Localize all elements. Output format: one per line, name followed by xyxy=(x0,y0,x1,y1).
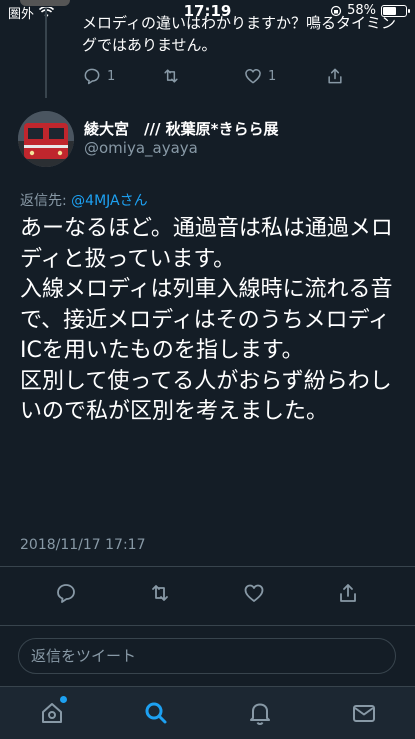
home-icon xyxy=(42,703,62,723)
previous-avatar[interactable] xyxy=(20,0,70,6)
reply-button[interactable] xyxy=(54,581,148,605)
heart-icon xyxy=(245,69,261,84)
share-icon xyxy=(328,68,342,84)
previous-like-count: 1 xyxy=(268,68,277,84)
mail-icon xyxy=(353,705,375,722)
share-button[interactable] xyxy=(336,581,360,605)
reply-icon xyxy=(84,68,100,85)
heart-icon xyxy=(244,584,264,602)
train-avatar-image xyxy=(18,111,74,167)
like-button[interactable] xyxy=(242,581,336,605)
reply-mention-link[interactable]: @4MJAさん xyxy=(71,193,147,209)
thread-line xyxy=(45,8,47,98)
retweet-icon xyxy=(164,69,178,83)
previous-reply-count: 1 xyxy=(107,68,116,84)
tweet-text: あーなるほど。通過音は私は通過メロディと扱っています。 入線メロディは列車入線時… xyxy=(20,216,393,424)
reply-input[interactable] xyxy=(18,638,396,674)
tab-search[interactable] xyxy=(141,699,171,727)
retweet-icon xyxy=(152,585,168,601)
tab-notifications[interactable] xyxy=(245,699,275,727)
previous-retweet-button[interactable] xyxy=(161,66,243,86)
retweet-button[interactable] xyxy=(148,581,242,605)
search-icon xyxy=(145,702,167,724)
previous-tweet-actions: 1 1 xyxy=(82,66,345,86)
home-notification-dot xyxy=(60,696,67,703)
tab-home[interactable] xyxy=(37,696,67,727)
reply-icon xyxy=(57,584,75,603)
reply-to-label: 返信先: xyxy=(20,193,72,209)
avatar[interactable] xyxy=(18,111,74,167)
tweet-actions xyxy=(54,581,360,605)
previous-like-button[interactable]: 1 xyxy=(243,66,325,86)
previous-tweet-text: メロディの違いはわかりますか？鳴るタイミングではありません。 xyxy=(82,14,396,54)
user-handle[interactable]: @omiya_ayaya xyxy=(84,139,198,157)
previous-reply-button[interactable]: 1 xyxy=(82,66,161,86)
tweet-timestamp[interactable]: 2018/11/17 17:17 xyxy=(20,537,146,553)
previous-share-button[interactable] xyxy=(325,66,345,86)
bell-icon xyxy=(250,703,270,726)
share-icon xyxy=(340,584,356,602)
display-name[interactable]: 綾大宮 /// 秋葉原*きらら展 xyxy=(84,118,279,139)
tab-messages[interactable] xyxy=(349,699,379,727)
reply-to-line: 返信先: @4MJAさん xyxy=(20,190,148,210)
divider-top xyxy=(0,566,415,567)
tab-bar xyxy=(0,686,415,739)
